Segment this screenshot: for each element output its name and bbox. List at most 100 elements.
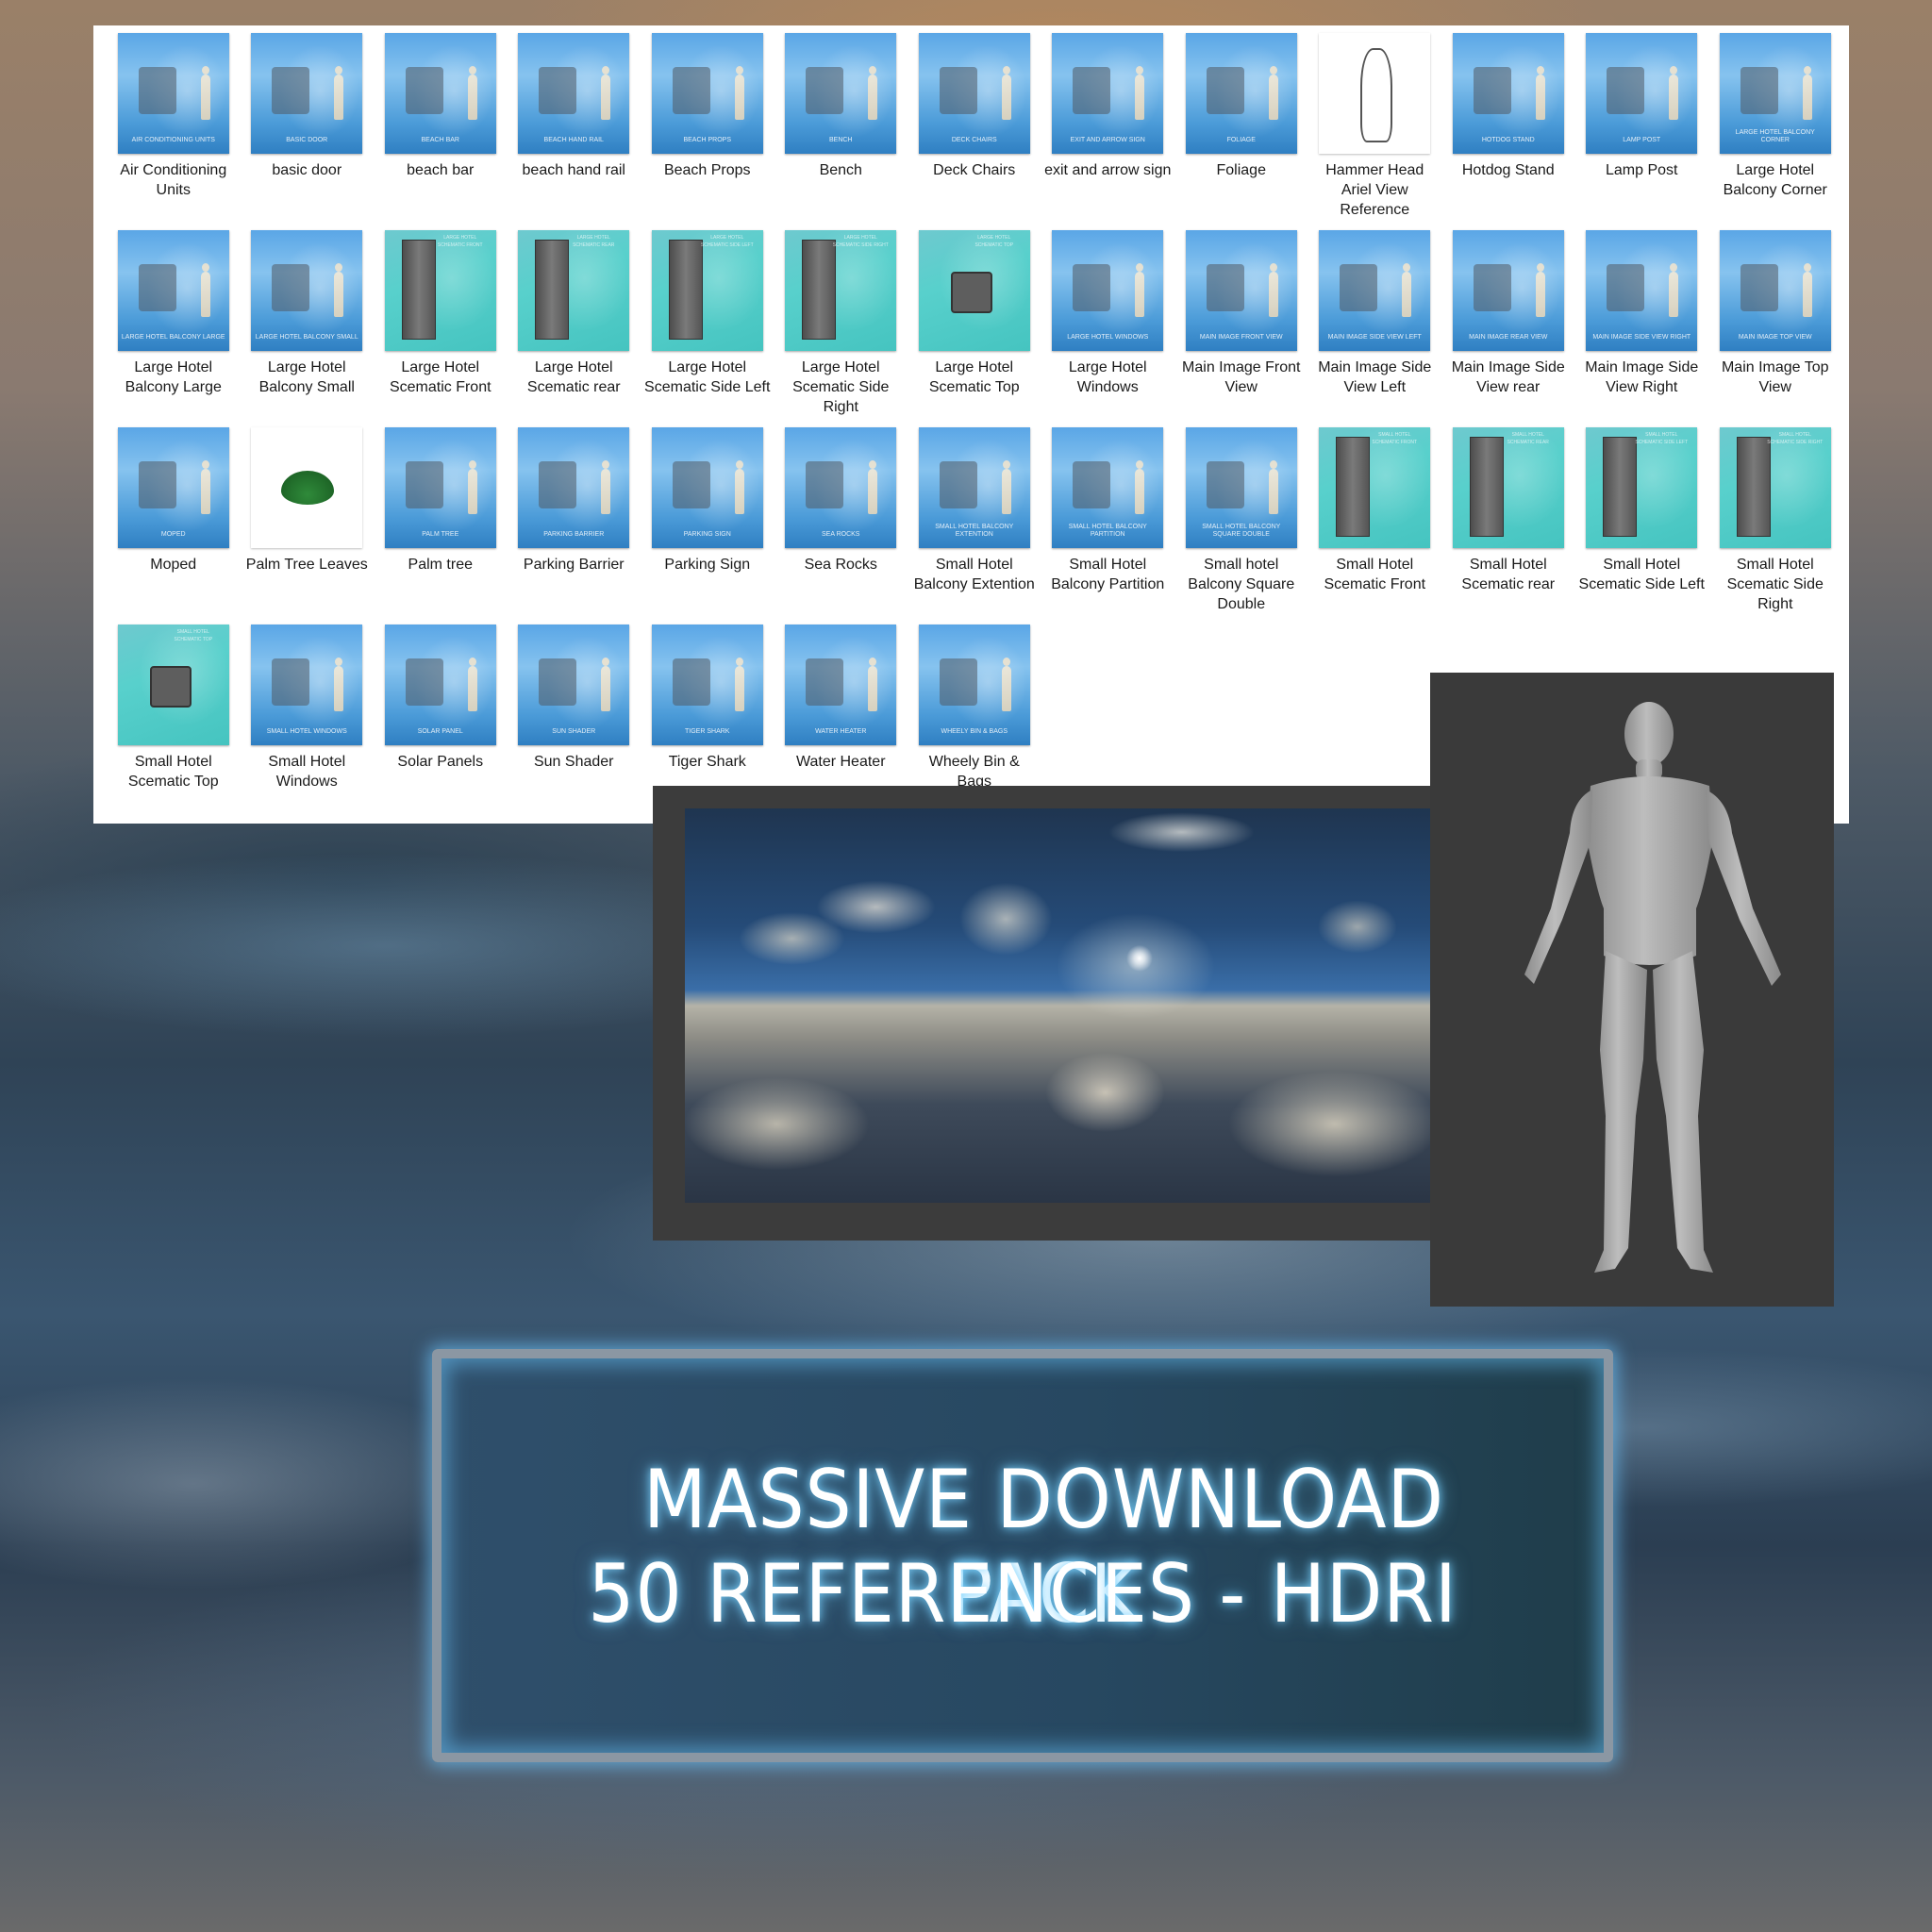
file-thumbnail[interactable]: LAMP POST (1586, 33, 1698, 154)
file-name[interactable]: Tiger Shark (643, 752, 772, 772)
file-thumbnail[interactable]: DECK CHAIRS (918, 33, 1030, 154)
file-thumbnail[interactable] (1319, 33, 1431, 154)
file-thumbnail[interactable]: PARKING BARRIER (518, 427, 630, 548)
file-name[interactable]: Small Hotel Scematic Side Left (1577, 555, 1706, 594)
file-item[interactable]: LARGE HOTEL SCHEMATIC SIDE LEFT Large Hot… (641, 230, 774, 427)
file-thumbnail[interactable]: EXIT AND ARROW SIGN (1052, 33, 1164, 154)
file-item[interactable]: SMALL HOTEL BALCONY EXTENTION Small Hotel… (908, 427, 1041, 625)
file-item[interactable]: FOLIAGE Foliage (1174, 33, 1308, 230)
file-item[interactable]: SOLAR PANEL Solar Panels (374, 625, 508, 822)
file-item[interactable]: SEA ROCKS Sea Rocks (774, 427, 908, 625)
file-name[interactable]: Moped (109, 555, 238, 575)
file-name[interactable]: Large Hotel Scematic Side Left (643, 358, 772, 397)
file-name[interactable]: Large Hotel Windows (1043, 358, 1172, 397)
file-name[interactable]: basic door (242, 160, 371, 180)
file-thumbnail[interactable]: MOPED (117, 427, 229, 548)
file-thumbnail[interactable]: BASIC DOOR (251, 33, 363, 154)
file-name[interactable]: Main Image Top View (1711, 358, 1840, 397)
file-name[interactable]: Large Hotel Scematic rear (509, 358, 638, 397)
file-name[interactable]: Small Hotel Balcony Extention (910, 555, 1039, 594)
file-thumbnail[interactable]: SMALL HOTEL SCHEMATIC SIDE RIGHT (1719, 427, 1831, 548)
file-thumbnail[interactable]: SMALL HOTEL SCHEMATIC TOP (117, 625, 229, 745)
file-name[interactable]: Main Image Side View Right (1577, 358, 1706, 397)
file-name[interactable]: Large Hotel Scematic Side Right (776, 358, 905, 417)
file-thumbnail[interactable]: MAIN IMAGE SIDE VIEW LEFT (1319, 230, 1431, 351)
file-item[interactable]: HOTDOG STAND Hotdog Stand (1441, 33, 1575, 230)
file-item[interactable]: AIR CONDITIONING UNITS Air Conditioning U… (107, 33, 241, 230)
file-item[interactable]: LARGE HOTEL BALCONY CORNER Large Hotel Ba… (1708, 33, 1842, 230)
file-thumbnail[interactable]: AIR CONDITIONING UNITS (117, 33, 229, 154)
file-thumbnail[interactable]: SMALL HOTEL BALCONY EXTENTION (918, 427, 1030, 548)
file-thumbnail[interactable]: SMALL HOTEL WINDOWS (251, 625, 363, 745)
file-item[interactable]: BEACH BAR beach bar (374, 33, 508, 230)
file-thumbnail[interactable]: HOTDOG STAND (1452, 33, 1564, 154)
file-item[interactable]: MAIN IMAGE SIDE VIEW RIGHT Main Image Sid… (1575, 230, 1709, 427)
file-thumbnail[interactable]: SMALL HOTEL BALCONY SQUARE DOUBLE (1185, 427, 1297, 548)
file-item[interactable]: SUN SHADER Sun Shader (508, 625, 641, 822)
file-item[interactable]: BEACH PROPS Beach Props (641, 33, 774, 230)
file-item[interactable]: MAIN IMAGE SIDE VIEW LEFT Main Image Side… (1308, 230, 1442, 427)
file-item[interactable]: SMALL HOTEL SCHEMATIC SIDE LEFT Small Hot… (1575, 427, 1709, 625)
file-name[interactable]: exit and arrow sign (1043, 160, 1172, 180)
file-item[interactable]: DECK CHAIRS Deck Chairs (908, 33, 1041, 230)
file-thumbnail[interactable]: PALM TREE (384, 427, 496, 548)
file-item[interactable]: SMALL HOTEL SCHEMATIC REAR Small Hotel Sc… (1441, 427, 1575, 625)
file-name[interactable]: Small Hotel Scematic Front (1310, 555, 1439, 594)
file-item[interactable]: PARKING SIGN Parking Sign (641, 427, 774, 625)
file-name[interactable]: Foliage (1177, 160, 1306, 180)
file-thumbnail[interactable]: PARKING SIGN (651, 427, 763, 548)
file-thumbnail[interactable]: LARGE HOTEL BALCONY SMALL (251, 230, 363, 351)
file-name[interactable]: Bench (776, 160, 905, 180)
file-name[interactable]: Small Hotel Scematic Side Right (1711, 555, 1840, 614)
file-name[interactable]: Small Hotel Windows (242, 752, 371, 791)
file-name[interactable]: Palm tree (376, 555, 505, 575)
file-item[interactable]: EXIT AND ARROW SIGN exit and arrow sign (1041, 33, 1175, 230)
file-item[interactable]: SMALL HOTEL WINDOWS Small Hotel Windows (241, 625, 375, 822)
file-thumbnail[interactable]: MAIN IMAGE REAR VIEW (1452, 230, 1564, 351)
file-name[interactable]: Large Hotel Balcony Corner (1711, 160, 1840, 200)
file-thumbnail[interactable]: SUN SHADER (518, 625, 630, 745)
file-item[interactable]: SMALL HOTEL SCHEMATIC FRONT Small Hotel S… (1308, 427, 1442, 625)
file-thumbnail[interactable]: MAIN IMAGE TOP VIEW (1719, 230, 1831, 351)
file-name[interactable]: Small hotel Balcony Square Double (1177, 555, 1306, 614)
file-thumbnail[interactable]: SMALL HOTEL SCHEMATIC REAR (1452, 427, 1564, 548)
file-item[interactable]: PALM TREE Palm tree (374, 427, 508, 625)
file-name[interactable]: Sea Rocks (776, 555, 905, 575)
file-item[interactable]: SMALL HOTEL SCHEMATIC TOP Small Hotel Sce… (107, 625, 241, 822)
file-name[interactable]: Solar Panels (376, 752, 505, 772)
file-thumbnail[interactable]: BEACH HAND RAIL (518, 33, 630, 154)
file-name[interactable]: Lamp Post (1577, 160, 1706, 180)
file-item[interactable]: LAMP POST Lamp Post (1575, 33, 1709, 230)
file-thumbnail[interactable]: LARGE HOTEL BALCONY LARGE (117, 230, 229, 351)
file-thumbnail[interactable]: SMALL HOTEL SCHEMATIC FRONT (1319, 427, 1431, 548)
file-thumbnail[interactable]: BENCH (785, 33, 897, 154)
file-name[interactable]: Small Hotel Scematic rear (1444, 555, 1573, 594)
file-thumbnail[interactable]: LARGE HOTEL SCHEMATIC FRONT (384, 230, 496, 351)
file-item[interactable]: LARGE HOTEL SCHEMATIC TOP Large Hotel Sce… (908, 230, 1041, 427)
file-item[interactable]: LARGE HOTEL BALCONY LARGE Large Hotel Bal… (107, 230, 241, 427)
file-thumbnail[interactable]: LARGE HOTEL WINDOWS (1052, 230, 1164, 351)
file-thumbnail[interactable]: LARGE HOTEL SCHEMATIC TOP (918, 230, 1030, 351)
file-name[interactable]: Palm Tree Leaves (242, 555, 371, 575)
file-item[interactable]: LARGE HOTEL WINDOWS Large Hotel Windows (1041, 230, 1175, 427)
file-item[interactable]: MAIN IMAGE REAR VIEW Main Image Side View… (1441, 230, 1575, 427)
file-name[interactable]: Sun Shader (509, 752, 638, 772)
file-thumbnail[interactable]: SMALL HOTEL BALCONY PARTITION (1052, 427, 1164, 548)
file-name[interactable]: Main Image Front View (1177, 358, 1306, 397)
file-name[interactable]: Deck Chairs (910, 160, 1039, 180)
file-name[interactable]: beach hand rail (509, 160, 638, 180)
file-thumbnail[interactable]: FOLIAGE (1185, 33, 1297, 154)
file-name[interactable]: Main Image Side View Left (1310, 358, 1439, 397)
file-name[interactable]: Hammer Head Ariel View Reference (1310, 160, 1439, 220)
file-item[interactable]: LARGE HOTEL SCHEMATIC SIDE RIGHT Large Ho… (774, 230, 908, 427)
file-name[interactable]: beach bar (376, 160, 505, 180)
file-item[interactable]: BEACH HAND RAIL beach hand rail (508, 33, 641, 230)
file-name[interactable]: Water Heater (776, 752, 905, 772)
file-thumbnail[interactable]: LARGE HOTEL SCHEMATIC SIDE RIGHT (785, 230, 897, 351)
file-name[interactable]: Parking Sign (643, 555, 772, 575)
file-name[interactable]: Hotdog Stand (1444, 160, 1573, 180)
file-name[interactable]: Large Hotel Scematic Top (910, 358, 1039, 397)
file-item[interactable]: PARKING BARRIER Parking Barrier (508, 427, 641, 625)
file-thumbnail[interactable] (251, 427, 363, 548)
file-item[interactable]: LARGE HOTEL SCHEMATIC FRONT Large Hotel S… (374, 230, 508, 427)
